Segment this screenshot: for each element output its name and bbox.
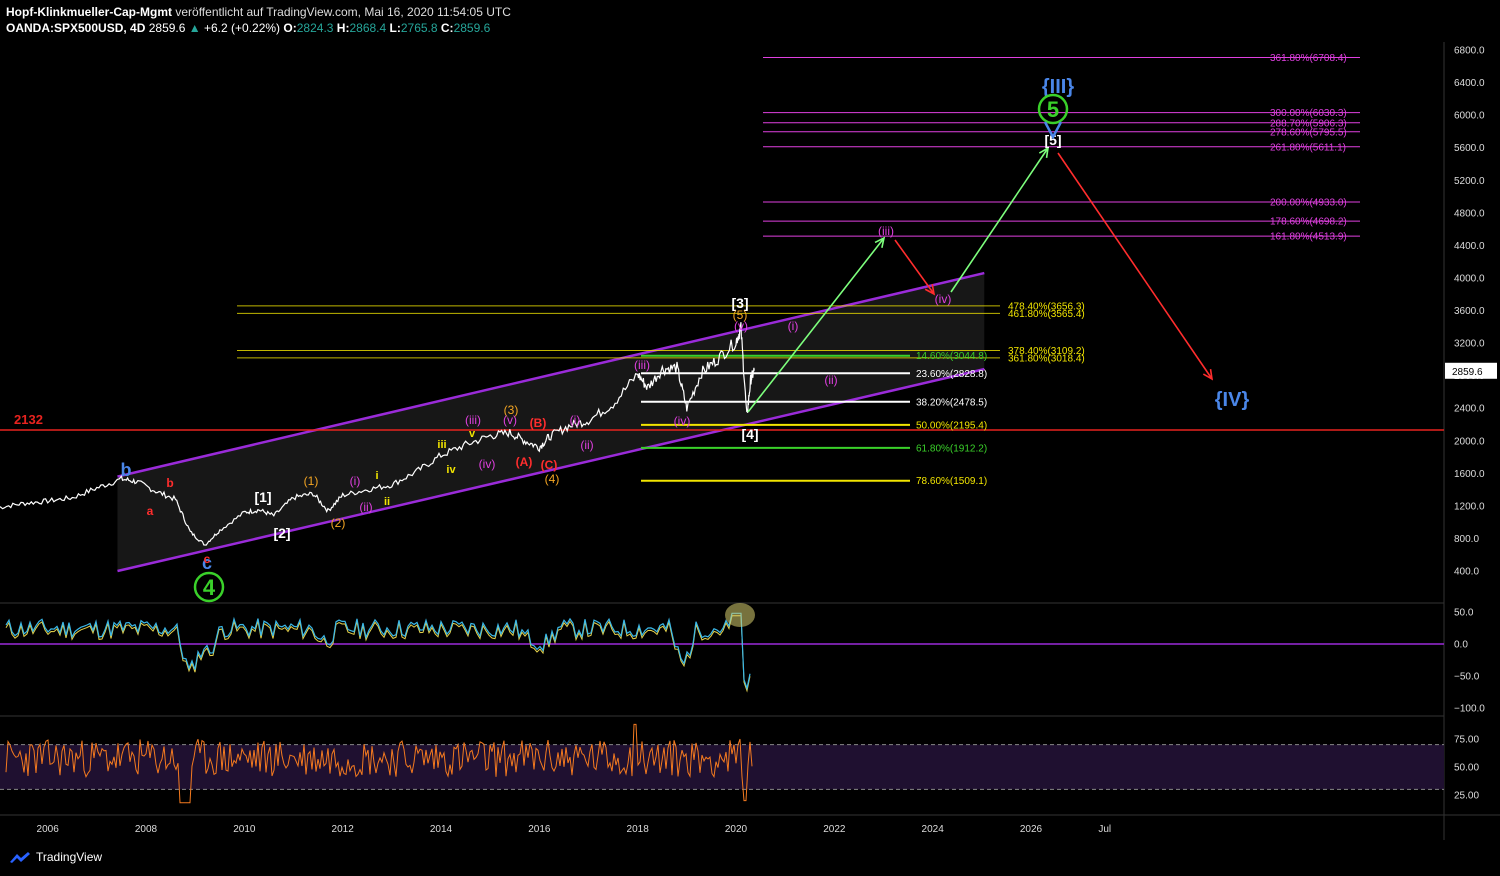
fib-retracement-label: 23.60%(2828.8)	[916, 369, 987, 380]
wave-label-primary: [2]	[273, 525, 290, 541]
fib-retracement-label: 14.60%(3044.8)	[916, 351, 987, 362]
price-tick-label: 4400.0	[1454, 241, 1485, 252]
oscillator-tick-label: −100.0	[1454, 704, 1485, 715]
price-tick-label: 400.0	[1454, 567, 1479, 578]
wave-label-abc: b	[166, 476, 173, 490]
price-tick-label: 6800.0	[1454, 46, 1485, 57]
price-tick-label: 6000.0	[1454, 111, 1485, 122]
last-price-badge-label: 2859.6	[1452, 367, 1483, 378]
wave-label-minute: v	[469, 428, 476, 440]
wave-label-circled: 5	[1047, 97, 1059, 122]
price-tick-label: 4800.0	[1454, 208, 1485, 219]
oscillator-highlight-marker	[725, 603, 755, 627]
fib-extension-label: 200.00%(4933.0)	[1270, 197, 1347, 208]
oscillator-line	[5, 612, 751, 691]
oscillator-tick-label: 0.0	[1454, 640, 1468, 651]
fib-retracement-label: 38.20%(2478.5)	[916, 397, 987, 408]
fib-retracement-label: 50.00%(2195.4)	[916, 420, 987, 431]
wave-label-abc: c	[204, 552, 211, 566]
time-tick-label: 2006	[37, 824, 60, 835]
oscillator-tick-label: −50.0	[1454, 672, 1480, 683]
fib-extension-label: 361.80%(3018.4)	[1008, 353, 1085, 364]
fib-extension-label: 161.80%(4513.9)	[1270, 232, 1347, 243]
rsi-tick-label: 50.00	[1454, 763, 1479, 774]
time-tick-label: 2026	[1020, 824, 1043, 835]
wave-label-circled: 4	[203, 575, 216, 600]
projection-arrow-up	[950, 147, 1049, 293]
wave-label-minor: (iv)	[479, 457, 496, 471]
time-tick-label: 2012	[332, 824, 355, 835]
oscillator-tick-label: 50.0	[1454, 608, 1474, 619]
fib-extension-label: 461.80%(3565.4)	[1008, 309, 1085, 320]
rsi-tick-label: 75.00	[1454, 735, 1479, 746]
wave-label-minor: (iii)	[878, 224, 894, 238]
rsi-tick-label: 25.00	[1454, 791, 1479, 802]
wave-label-abc: a	[147, 504, 154, 518]
footer: TradingView	[8, 850, 102, 864]
brand-label[interactable]: TradingView	[36, 850, 102, 864]
wave-label-abc: b	[121, 460, 132, 480]
price-tick-label: 3200.0	[1454, 339, 1485, 350]
price-tick-label: 2000.0	[1454, 436, 1485, 447]
wave-label-abc: (C)	[541, 458, 558, 472]
time-tick-label: 2016	[528, 824, 551, 835]
price-tick-label: 4000.0	[1454, 273, 1485, 284]
wave-label-minor: (i)	[350, 474, 361, 488]
tradingview-logo-icon[interactable]	[8, 850, 32, 864]
time-tick-label: 2014	[430, 824, 453, 835]
price-tick-label: 6400.0	[1454, 78, 1485, 89]
price-tick-label: 5600.0	[1454, 143, 1485, 154]
wave-label-minor: (i)	[788, 319, 799, 333]
time-tick-label: 2010	[233, 824, 256, 835]
fib-extension-label: 261.80%(5611.1)	[1270, 142, 1346, 153]
fib-retracement-label: 61.80%(1912.2)	[916, 443, 987, 454]
wave-label-minor: (ii)	[824, 373, 837, 387]
wave-label-degree-IV: {IV}	[1215, 389, 1250, 411]
wave-label-minute: ii	[384, 496, 390, 508]
wave-label-minute: iv	[446, 464, 456, 476]
wave-label-minor: (iii)	[634, 358, 650, 372]
time-tick-label: 2008	[135, 824, 158, 835]
price-tick-label: 2400.0	[1454, 404, 1485, 415]
support-label: 2132	[14, 412, 43, 427]
wave-label-minor: (iii)	[465, 413, 481, 427]
fib-extension-label: 178.60%(4698.2)	[1270, 217, 1347, 228]
wave-label-intermediate: (2)	[331, 516, 346, 530]
price-tick-label: 800.0	[1454, 534, 1479, 545]
time-tick-label: Jul	[1098, 824, 1111, 835]
wave-label-minor: (i)	[570, 413, 581, 427]
wave-label-minor: (iv)	[935, 292, 952, 306]
price-tick-label: 5200.0	[1454, 176, 1485, 187]
wave-label-minute: i	[375, 470, 378, 482]
price-tick-label: 3600.0	[1454, 306, 1485, 317]
wave-label-primary: [4]	[741, 426, 758, 442]
time-tick-label: 2018	[627, 824, 650, 835]
wave-label-minor: (v)	[734, 319, 748, 333]
wave-label-minor: (ii)	[359, 500, 372, 514]
price-tick-label: 1200.0	[1454, 501, 1485, 512]
fib-retracement-label: 78.60%(1509.1)	[916, 476, 987, 487]
wave-label-abc: (A)	[516, 455, 533, 469]
wave-label-intermediate: (1)	[304, 474, 319, 488]
wave-label-minor: (ii)	[580, 438, 593, 452]
projection-arrow-up-head	[1038, 146, 1050, 159]
wave-label-primary: [1]	[254, 489, 271, 505]
channel-fill	[117, 273, 985, 571]
wave-label-abc: (B)	[530, 416, 547, 430]
wave-label-minor: (iv)	[674, 414, 691, 428]
fib-extension-label: 361.80%(6708.4)	[1270, 53, 1347, 64]
price-tick-label: 1600.0	[1454, 469, 1485, 480]
time-tick-label: 2022	[823, 824, 846, 835]
time-tick-label: 2020	[725, 824, 748, 835]
wave-label-minute: iii	[437, 439, 446, 451]
time-tick-label: 2024	[922, 824, 945, 835]
wave-label-minor: (v)	[503, 413, 517, 427]
chart-canvas[interactable]: 6800.06400.06000.05600.05200.04800.04400…	[0, 0, 1500, 876]
fib-extension-label: 278.60%(5795.5)	[1270, 127, 1347, 138]
wave-label-intermediate: (4)	[545, 472, 560, 486]
projection-arrow-down	[894, 239, 935, 295]
